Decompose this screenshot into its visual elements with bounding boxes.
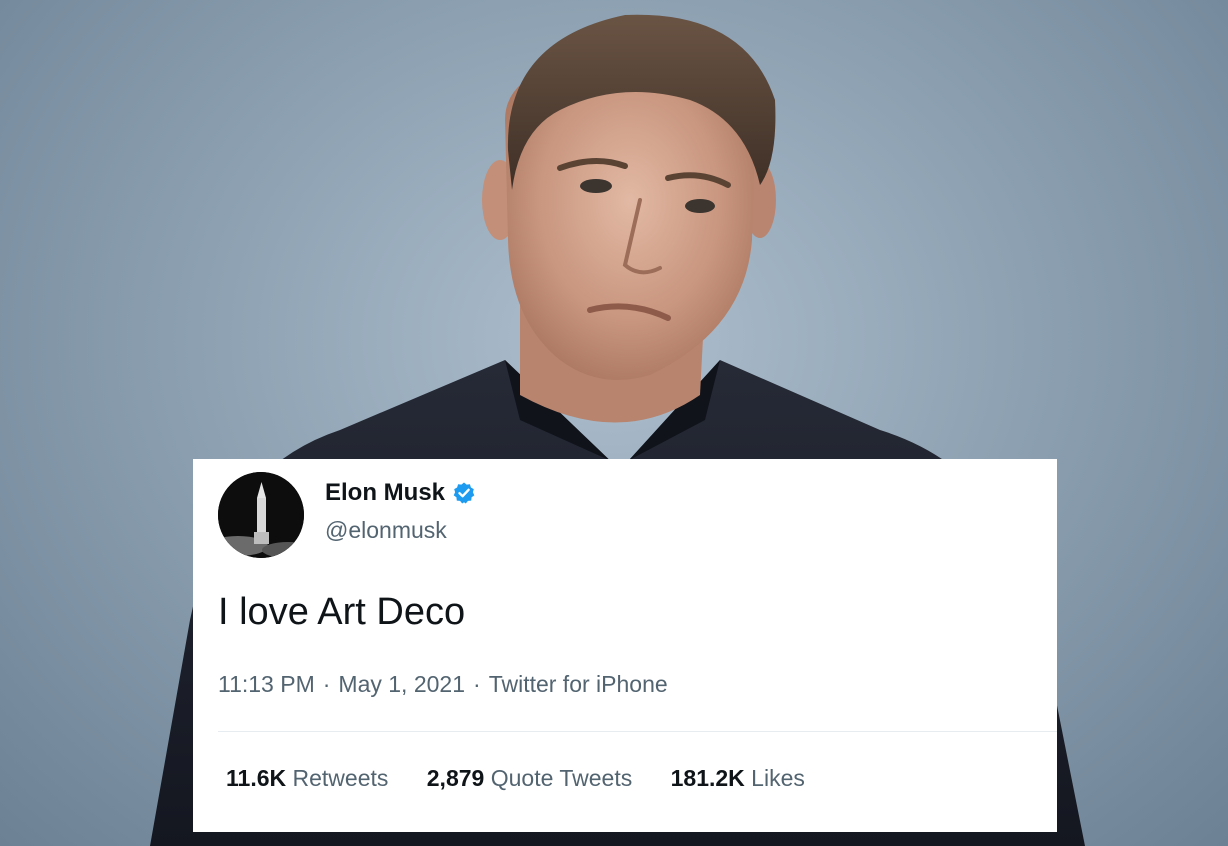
tweet-time[interactable]: 11:13 PM xyxy=(218,671,315,697)
retweets-label: Retweets xyxy=(292,765,389,791)
user-handle[interactable]: @elonmusk xyxy=(325,517,447,544)
author-row: Elon Musk xyxy=(325,479,476,507)
quote-tweets-count: 2,879 xyxy=(426,765,485,791)
right-eye xyxy=(685,199,715,213)
verified-badge-icon xyxy=(452,481,476,505)
quote-tweets-label: Quote Tweets xyxy=(490,765,633,791)
page: { "tweet": { "display_name": "Elon Musk"… xyxy=(0,0,1228,846)
tweet-date[interactable]: May 1, 2021 xyxy=(338,671,465,697)
tweet-card: Elon Musk @elonmusk I love Art Deco 11:1… xyxy=(193,459,1057,832)
retweets-count: 11.6K xyxy=(226,765,287,791)
quote-tweets-stat[interactable]: 2,879 Quote Tweets xyxy=(427,765,632,792)
display-name[interactable]: Elon Musk xyxy=(325,479,445,507)
meta-separator: · xyxy=(322,671,331,697)
tweet-source[interactable]: Twitter for iPhone xyxy=(489,671,668,697)
left-eye xyxy=(580,179,612,193)
tweet-text: I love Art Deco xyxy=(218,591,466,633)
profile-avatar[interactable] xyxy=(218,472,304,558)
likes-count: 181.2K xyxy=(670,765,745,791)
tweet-meta: 11:13 PM · May 1, 2021 · Twitter for iPhone xyxy=(218,671,668,698)
likes-stat[interactable]: 181.2K Likes xyxy=(671,765,805,792)
likes-label: Likes xyxy=(751,765,805,791)
rocket-icon xyxy=(218,472,304,558)
retweets-stat[interactable]: 11.6K Retweets xyxy=(226,765,388,792)
meta-separator: · xyxy=(473,671,481,697)
engagement-stats: 11.6K Retweets 2,879 Quote Tweets 181.2K… xyxy=(226,765,837,792)
divider xyxy=(218,731,1057,732)
